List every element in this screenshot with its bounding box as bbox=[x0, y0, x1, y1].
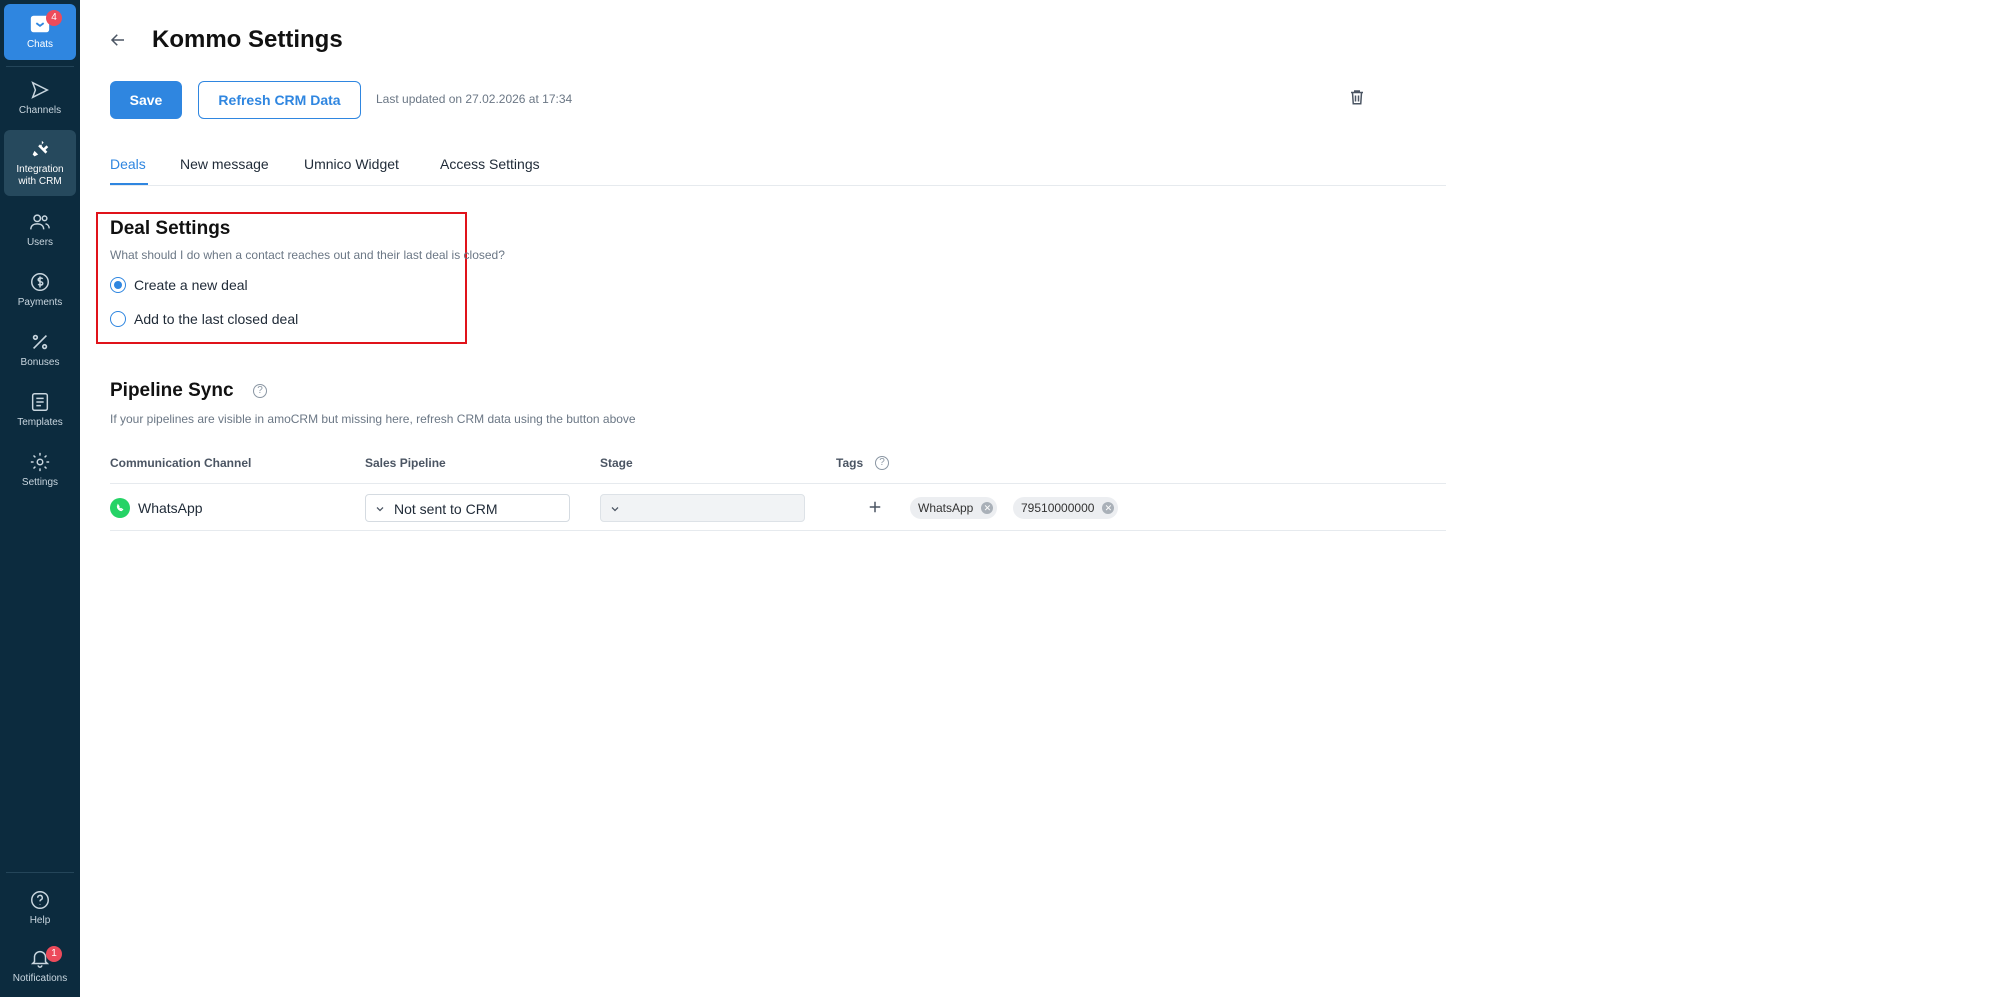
remove-tag-icon[interactable]: ✕ bbox=[981, 502, 994, 514]
sidebar-item-label: Users bbox=[26, 237, 54, 248]
pipeline-sync-title: Pipeline Sync bbox=[110, 380, 234, 401]
sidebar-item-users[interactable]: Users bbox=[4, 204, 76, 256]
radio-label: Add to the last closed deal bbox=[134, 311, 299, 327]
sidebar-item-payments[interactable]: Payments bbox=[4, 264, 76, 316]
sidebar-item-templates[interactable]: Templates bbox=[4, 384, 76, 436]
chevron-down-icon bbox=[376, 507, 384, 512]
column-header: Communication Channel bbox=[110, 456, 252, 470]
main-content: Kommo Settings Save Refresh CRM Data Las… bbox=[80, 0, 1999, 997]
deal-settings-question: What should I do when a contact reaches … bbox=[110, 248, 505, 262]
tag-chip: WhatsApp ✕ bbox=[910, 497, 998, 519]
radio-create-new-deal[interactable]: Create a new deal bbox=[110, 277, 248, 293]
sidebar-item-notifications[interactable]: Notifications 1 bbox=[4, 940, 76, 992]
sidebar-item-label: Bonuses bbox=[20, 357, 60, 368]
sidebar-item-label: Integration with CRM bbox=[16, 164, 64, 187]
tags-help-icon[interactable]: ? bbox=[875, 456, 889, 470]
arrow-left-icon bbox=[110, 34, 124, 46]
last-updated-text: Last updated on 27.02.2026 at 17:34 bbox=[376, 92, 573, 106]
trash-icon bbox=[1351, 90, 1363, 105]
plug-icon bbox=[32, 140, 49, 157]
tab-new-message[interactable]: New message bbox=[180, 156, 269, 172]
chats-badge: 4 bbox=[46, 10, 62, 26]
tab-umnico-widget[interactable]: Umnico Widget bbox=[304, 156, 399, 172]
radio-button[interactable] bbox=[110, 311, 126, 327]
chevron-down-icon bbox=[611, 507, 619, 512]
active-tab-indicator bbox=[110, 183, 148, 185]
pipeline-table-header: Communication Channel Sales Pipeline Sta… bbox=[110, 452, 1446, 484]
gear-icon bbox=[30, 452, 50, 472]
radio-label: Create a new deal bbox=[134, 277, 248, 293]
back-button[interactable] bbox=[106, 28, 130, 52]
dollar-icon bbox=[31, 273, 49, 291]
tag-label: 79510000000 bbox=[1021, 501, 1095, 515]
pipeline-sync-help-icon[interactable]: ? bbox=[253, 384, 267, 398]
sidebar-item-label: Settings bbox=[21, 477, 59, 488]
sidebar-divider bbox=[6, 872, 74, 873]
whatsapp-icon bbox=[110, 498, 130, 518]
sidebar-item-help[interactable]: Help bbox=[4, 882, 76, 934]
tag-label: WhatsApp bbox=[918, 501, 974, 515]
tag-chip: 79510000000 ✕ bbox=[1013, 497, 1119, 519]
radio-add-to-last-closed-deal[interactable]: Add to the last closed deal bbox=[110, 311, 298, 327]
template-icon bbox=[31, 393, 49, 411]
deal-settings-title: Deal Settings bbox=[110, 218, 231, 239]
help-icon bbox=[31, 891, 49, 909]
sidebar-item-chats[interactable]: Chats 4 bbox=[4, 4, 76, 60]
table-row: WhatsApp Not sent to CRM WhatsApp ✕ 7951… bbox=[110, 484, 1446, 531]
tab-bar: Deals New message Umnico Widget Access S… bbox=[110, 150, 1446, 186]
remove-tag-icon[interactable]: ✕ bbox=[1102, 502, 1115, 514]
sidebar: Chats 4 Channels Integration with CRM Us… bbox=[0, 0, 80, 997]
pipeline-sync-subtitle: If your pipelines are visible in amoCRM … bbox=[110, 412, 636, 426]
refresh-crm-button[interactable]: Refresh CRM Data bbox=[198, 81, 361, 119]
column-header: Tags bbox=[836, 456, 864, 470]
column-header: Sales Pipeline bbox=[365, 456, 446, 470]
sidebar-item-label: Help bbox=[29, 915, 51, 926]
delete-button[interactable] bbox=[1348, 88, 1368, 108]
add-tag-button[interactable] bbox=[866, 498, 886, 518]
stage-select[interactable] bbox=[600, 494, 805, 522]
column-header: Stage bbox=[600, 456, 633, 470]
save-button[interactable]: Save bbox=[110, 81, 182, 119]
send-icon bbox=[31, 81, 49, 99]
sidebar-item-channels[interactable]: Channels bbox=[4, 72, 76, 124]
sidebar-divider bbox=[6, 66, 74, 67]
sidebar-item-bonuses[interactable]: Bonuses bbox=[4, 324, 76, 376]
radio-button[interactable] bbox=[110, 277, 126, 293]
sidebar-item-label: Chats bbox=[26, 39, 54, 50]
sidebar-item-settings[interactable]: Settings bbox=[4, 444, 76, 496]
tab-deals[interactable]: Deals bbox=[110, 156, 146, 172]
radio-selected-dot bbox=[114, 281, 122, 289]
percent-icon bbox=[32, 334, 48, 350]
sidebar-item-label: Payments bbox=[17, 297, 63, 308]
tab-access-settings[interactable]: Access Settings bbox=[440, 156, 540, 172]
sidebar-item-label: Notifications bbox=[12, 973, 68, 984]
channel-name: WhatsApp bbox=[138, 500, 203, 516]
sales-pipeline-select[interactable]: Not sent to CRM bbox=[365, 494, 570, 522]
sidebar-item-label: Templates bbox=[17, 417, 63, 428]
plus-icon bbox=[869, 501, 881, 513]
sidebar-item-label: Channels bbox=[18, 105, 62, 116]
sidebar-item-integration[interactable]: Integration with CRM bbox=[4, 130, 76, 196]
notifications-badge: 1 bbox=[46, 946, 62, 962]
users-icon bbox=[30, 214, 50, 230]
sales-pipeline-value: Not sent to CRM bbox=[394, 501, 498, 517]
page-title: Kommo Settings bbox=[152, 26, 343, 53]
